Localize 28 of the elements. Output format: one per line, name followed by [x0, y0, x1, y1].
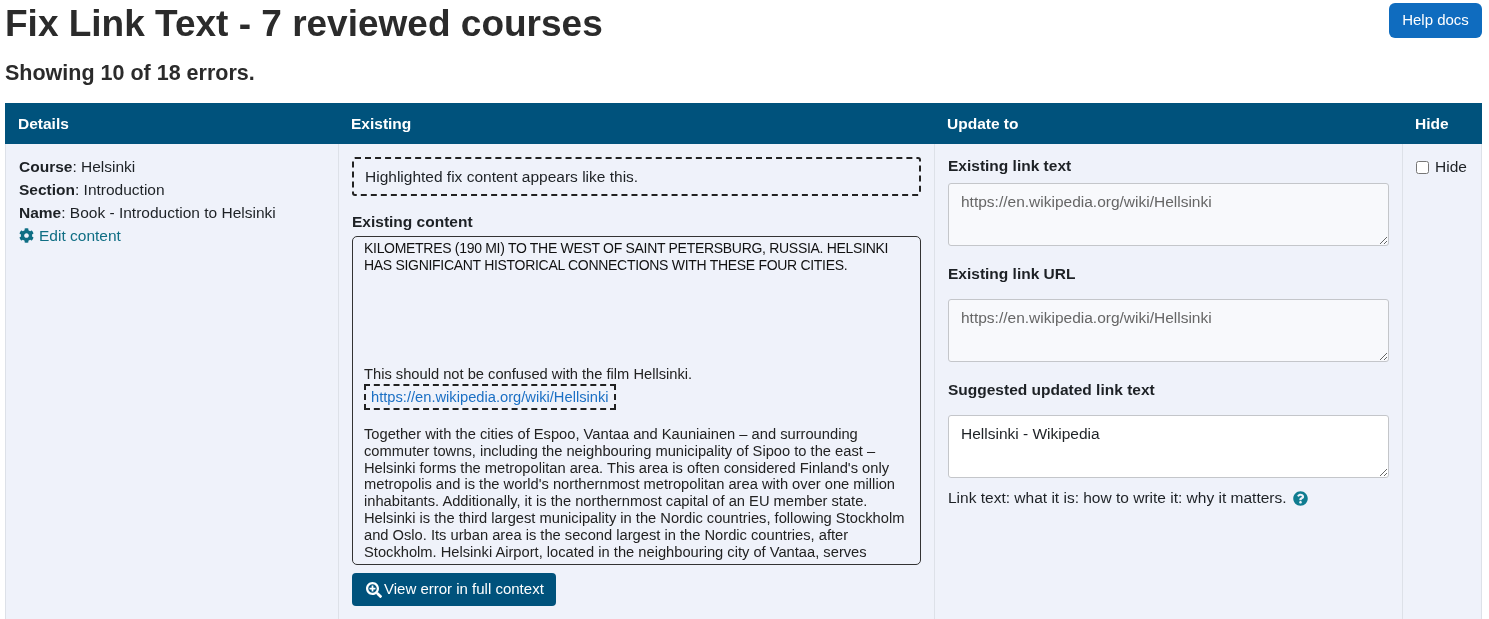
help-text: Link text: what it is: how to write it: why it matters.: [948, 488, 1287, 508]
field-label: Suggested updated link text: [948, 380, 1155, 400]
field-label: Existing content: [352, 212, 473, 232]
view-error-button[interactable]: View error in full context: [352, 573, 556, 606]
field-label: Existing link URL: [948, 264, 1076, 284]
checkbox-label: Hide: [1435, 159, 1467, 175]
hide-checkbox[interactable]: [1416, 160, 1429, 174]
content-paragraph: KILOMETRES (190 MI) TO THE WEST OF SAINT PETERSBURG, RUSSIA. HELSINKI HAS SIGNIFICANT HISTORICAL CONNECTIONS WITH THESE FOUR CITIES.: [364, 240, 890, 274]
edit-content-link[interactable]: Edit content: [19, 224, 121, 247]
column-header: Update to: [947, 113, 1019, 134]
page-title: Fix Link Text - 7 reviewed courses: [5, 2, 603, 46]
highlighted-link[interactable]: https://en.wikipedia.org/wiki/Hellsinki: [364, 383, 616, 410]
column-header: Hide: [1415, 113, 1449, 134]
detail-text: Name: Book - Introduction to Helsinki: [19, 204, 276, 221]
content-paragraph: Together with the cities of Espoo, Vantaa and Kauniainen – and surrounding commuter towns, including the neighbouring municipality of Sipoo to the east – Helsinki forms the metropolitan area. This area is often considered Finland's only metropolis and is the world's northernmost metropolitan area with over one million inhabitants. Additionally, it is the northernmost capital of an EU member state. Helsinki is the third largest municipality in the Nordic countries, following Stockholm and Oslo. Its urban area is the second largest in the Nordic countries, after Stockholm. Helsinki Airport, located in the neighbouring city of Vantaa, serves: [364, 425, 906, 561]
zoom-in-icon: [366, 581, 382, 598]
field-label: Existing link text: [948, 156, 1072, 176]
highlight-legend: Highlighted fix content appears like this.: [352, 157, 921, 196]
column-header: Details: [18, 113, 69, 134]
link-text-field[interactable]: Hellsinki - Wikipedia: [948, 415, 1389, 478]
detail-text: Section: Introduction: [19, 181, 165, 198]
settings-icon: [19, 228, 34, 243]
content-paragraph: This should not be confused with the film Hellsinki.: [364, 365, 694, 383]
detail-text: Course: Helsinki: [19, 158, 136, 175]
help-docs-button[interactable]: Help docs: [1389, 3, 1482, 38]
column-header: Existing: [351, 113, 412, 134]
help-icon[interactable]: [1292, 490, 1308, 506]
page-subtitle: Showing 10 of 18 errors.: [5, 61, 255, 85]
